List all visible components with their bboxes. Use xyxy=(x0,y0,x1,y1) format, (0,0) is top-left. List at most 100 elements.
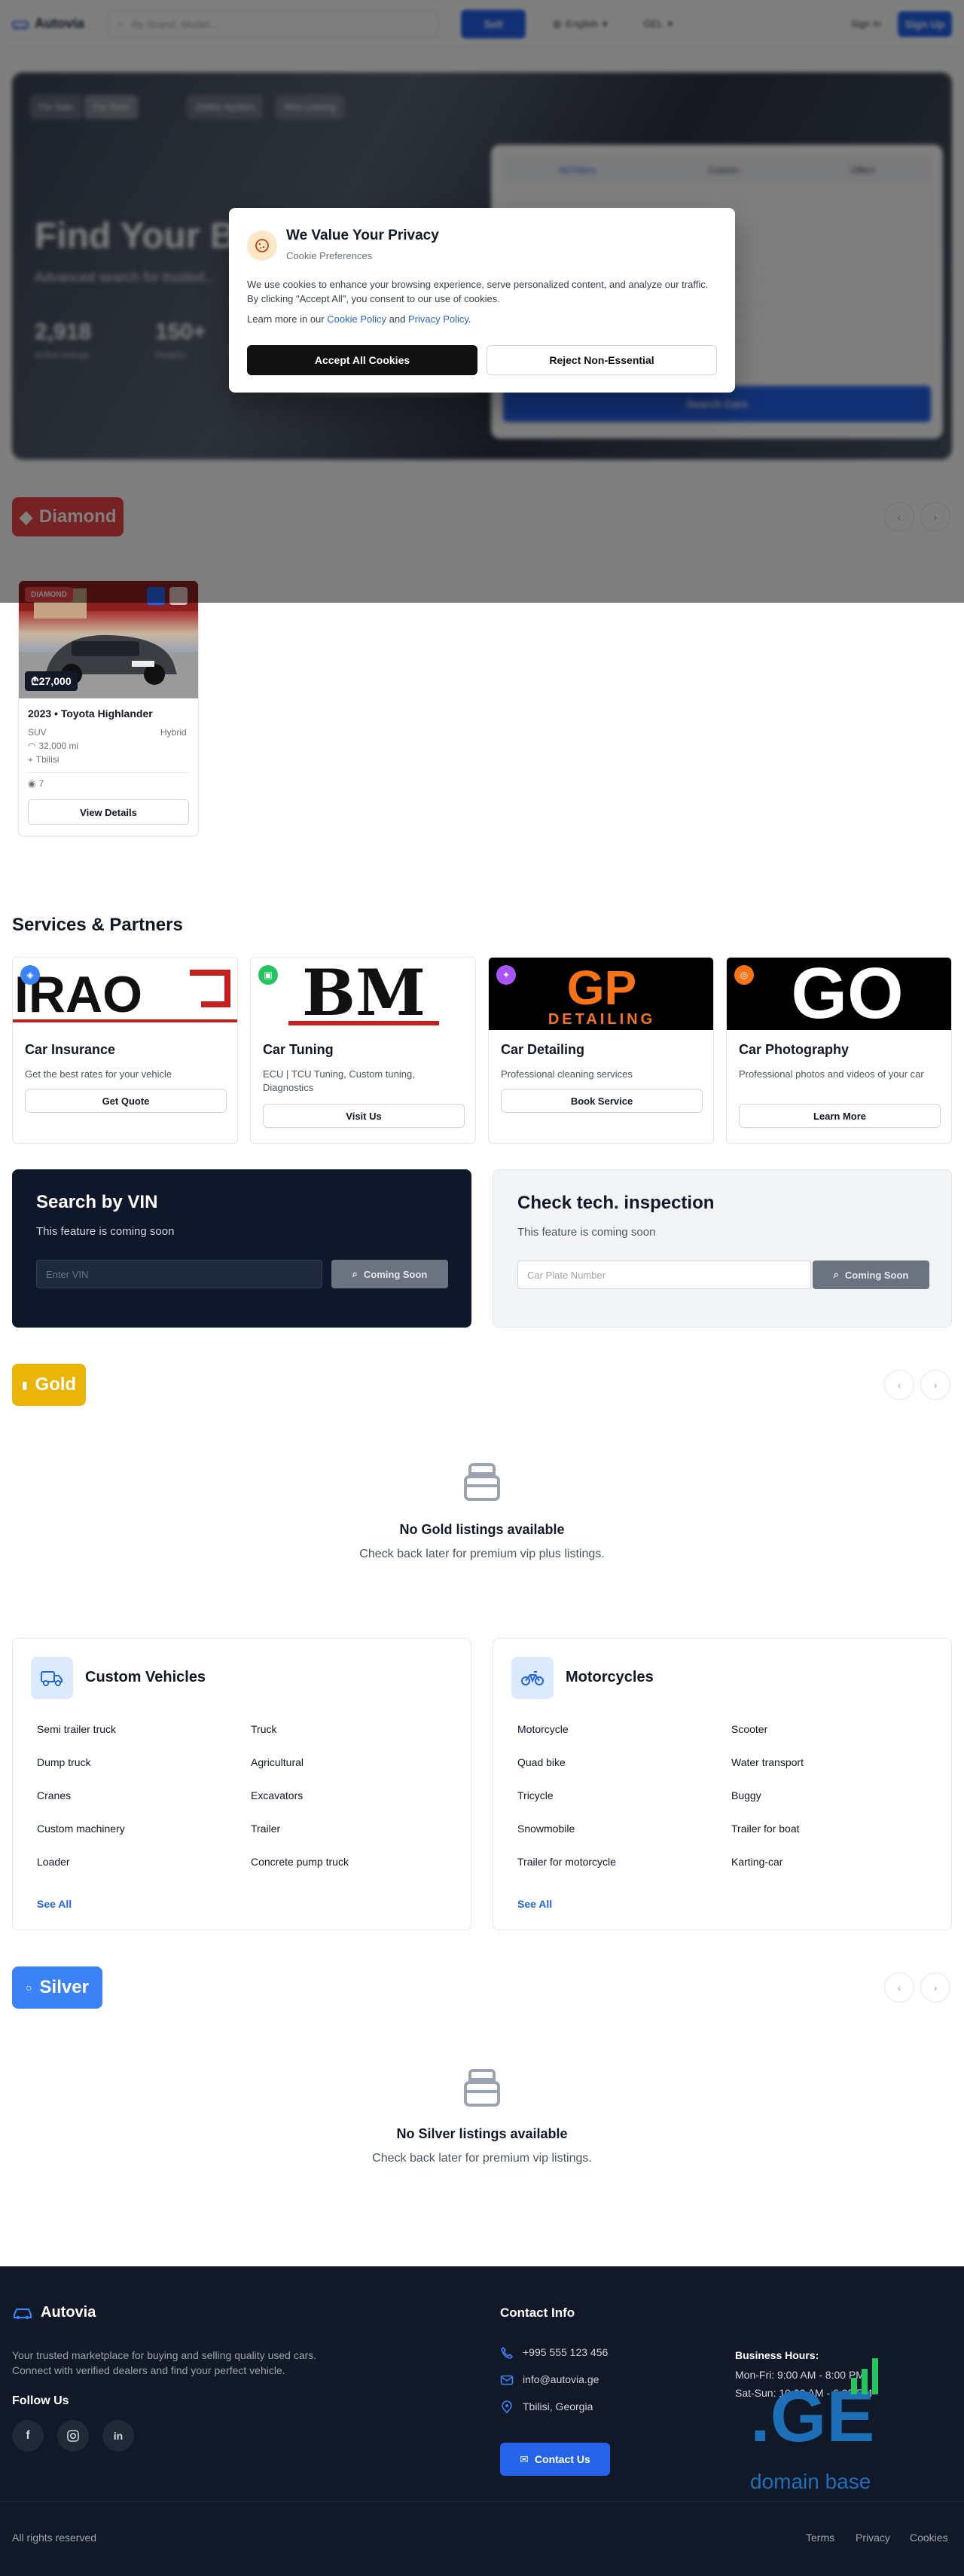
category-link[interactable]: Tricycle xyxy=(517,1789,554,1801)
vin-title: Search by VIN xyxy=(36,1192,158,1212)
accept-all-cookies-button[interactable]: Accept All Cookies xyxy=(247,345,477,375)
instagram-icon[interactable] xyxy=(57,2420,89,2452)
inspection-button-label: Coming Soon xyxy=(844,1269,909,1281)
gold-badge: ▮ Gold xyxy=(12,1364,86,1406)
speedometer-icon: ◠ xyxy=(28,741,36,751)
vin-button-label: Coming Soon xyxy=(363,1268,428,1280)
service-desc: ECU | TCU Tuning, Custom tuning, Diagnos… xyxy=(263,1068,415,1093)
vin-subtitle: This feature is coming soon xyxy=(36,1225,175,1238)
category-link[interactable]: Excavators xyxy=(251,1789,303,1801)
get-quote-button[interactable]: Get Quote xyxy=(25,1089,227,1113)
cookies-link[interactable]: Cookies xyxy=(910,2532,948,2544)
chevron-left-icon: ‹ xyxy=(897,1379,901,1391)
service-desc: Professional photos and videos of your c… xyxy=(739,1068,924,1080)
category-link[interactable]: Trailer for boat xyxy=(731,1823,800,1835)
chevron-right-icon: › xyxy=(933,1982,938,1994)
contact-us-button[interactable]: ✉ Contact Us xyxy=(500,2443,610,2476)
service-desc: Professional cleaning services xyxy=(501,1068,633,1080)
category-link[interactable]: Truck xyxy=(251,1723,276,1735)
category-link[interactable]: Dump truck xyxy=(37,1756,91,1768)
category-link[interactable]: Snowmobile xyxy=(517,1823,575,1835)
category-link[interactable]: Concrete pump truck xyxy=(251,1856,349,1868)
footer-brand: Autovia xyxy=(41,2304,96,2321)
domain-base-badge[interactable]: .GE xyxy=(750,2351,901,2456)
visit-us-button[interactable]: Visit Us xyxy=(263,1104,465,1128)
vin-search-card: Search by VIN This feature is coming soo… xyxy=(12,1169,471,1328)
facebook-icon[interactable]: f xyxy=(12,2420,44,2452)
silver-next-button[interactable]: › xyxy=(920,1972,950,2003)
category-link[interactable]: Motorcycle xyxy=(517,1723,569,1735)
location-value: Tbilisi xyxy=(35,754,59,765)
empty-box-icon xyxy=(461,2066,503,2108)
listing-views: ◉ 7 xyxy=(28,778,44,789)
vin-input[interactable]: Enter VIN xyxy=(36,1260,322,1288)
category-link[interactable]: Loader xyxy=(37,1856,70,1868)
camera-icon: ◎ xyxy=(734,965,754,985)
sparkle-icon: ✦ xyxy=(496,965,516,985)
silver-prev-button[interactable]: ‹ xyxy=(884,1972,914,2003)
reject-non-essential-button[interactable]: Reject Non-Essential xyxy=(487,345,717,375)
service-card: GP DETAILING ✦ Car Detailing Professional… xyxy=(488,957,714,1144)
motorcycles-see-all-link[interactable]: See All xyxy=(517,1898,552,1910)
category-link[interactable]: Karting-car xyxy=(731,1856,782,1868)
follow-us-title: Follow Us xyxy=(12,2394,69,2407)
service-name: Car Photography xyxy=(739,1042,850,1057)
silver-empty-title: No Silver listings available xyxy=(396,2126,568,2141)
privacy-policy-link[interactable]: Privacy Policy xyxy=(408,313,468,325)
contact-email[interactable]: info@autovia.ge xyxy=(500,2373,599,2387)
view-details-button[interactable]: View Details xyxy=(28,799,189,825)
category-link[interactable]: Trailer for motorcycle xyxy=(517,1856,616,1868)
category-link[interactable]: Scooter xyxy=(731,1723,767,1735)
footer-description: Connect with verified dealers and find y… xyxy=(12,2364,285,2376)
location-pin-icon: ⌖ xyxy=(28,754,33,765)
gold-prev-button[interactable]: ‹ xyxy=(884,1370,914,1400)
listing-card[interactable]: DIAMOND ₾27,000 2023 • Toyota Highlander… xyxy=(18,580,199,836)
service-card: GO ◎ Car Photography Professional photos… xyxy=(726,957,952,1144)
listing-title[interactable]: 2023 • Toyota Highlander xyxy=(28,707,153,720)
custom-vehicles-see-all-link[interactable]: See All xyxy=(37,1898,72,1910)
category-link[interactable]: Custom machinery xyxy=(37,1823,125,1835)
car-logo-icon xyxy=(13,2308,32,2319)
divider xyxy=(28,772,189,773)
go-logo: GO xyxy=(727,958,951,1030)
chevron-left-icon: ‹ xyxy=(897,1982,901,1994)
copyright: All rights reserved xyxy=(12,2532,97,2544)
category-link[interactable]: Buggy xyxy=(731,1789,761,1801)
cookie-subtitle: Cookie Preferences xyxy=(286,250,373,261)
irao-logo: IRAO xyxy=(13,958,237,1030)
plate-number-input[interactable]: Car Plate Number xyxy=(517,1260,811,1289)
category-link[interactable]: Water transport xyxy=(731,1756,804,1768)
inspection-coming-soon-button[interactable]: ⌕ Coming Soon xyxy=(813,1260,929,1289)
terms-link[interactable]: Terms xyxy=(806,2532,834,2544)
page: Autovia ⌕ By Brand, Model... Sell ◍ Engl… xyxy=(0,0,964,2576)
service-name: Car Tuning xyxy=(263,1042,334,1057)
contact-phone[interactable]: +995 555 123 456 xyxy=(500,2346,608,2360)
category-link[interactable]: Agricultural xyxy=(251,1756,304,1768)
learn-more-button[interactable]: Learn More xyxy=(739,1104,941,1128)
cookie-title: We Value Your Privacy xyxy=(286,228,439,243)
gold-empty-subtitle: Check back later for premium vip plus li… xyxy=(359,1548,605,1560)
category-link[interactable]: Quad bike xyxy=(517,1756,566,1768)
gold-next-button[interactable]: › xyxy=(920,1370,950,1400)
contact-address: Tbilisi, Georgia xyxy=(500,2400,593,2414)
category-link[interactable]: Semi trailer truck xyxy=(37,1723,116,1735)
views-value: 7 xyxy=(38,778,44,789)
book-service-button[interactable]: Book Service xyxy=(501,1089,703,1113)
truck-icon xyxy=(31,1657,73,1699)
cookie-policy-link[interactable]: Cookie Policy xyxy=(327,313,386,325)
mail-icon: ✉ xyxy=(520,2452,529,2465)
category-link[interactable]: Cranes xyxy=(37,1789,71,1801)
custom-vehicles-card: Custom Vehicles Semi trailer truck Truck… xyxy=(12,1638,471,1930)
service-name: Car Insurance xyxy=(25,1042,116,1057)
vin-coming-soon-button[interactable]: ⌕ Coming Soon xyxy=(331,1260,448,1288)
service-card: IRAO ◈ Car Insurance Get the best rates … xyxy=(12,957,238,1144)
privacy-link[interactable]: Privacy xyxy=(856,2532,890,2544)
price-tag: ₾27,000 xyxy=(25,671,78,691)
chevron-right-icon: › xyxy=(933,1379,938,1391)
linkedin-icon[interactable]: in xyxy=(102,2420,134,2452)
service-name: Car Detailing xyxy=(501,1042,585,1057)
category-link[interactable]: Trailer xyxy=(251,1823,280,1835)
silver-label: Silver xyxy=(39,1977,89,1997)
footer-logo[interactable]: Autovia xyxy=(12,2304,96,2321)
gp-detailing-logo: GP DETAILING xyxy=(489,958,713,1030)
